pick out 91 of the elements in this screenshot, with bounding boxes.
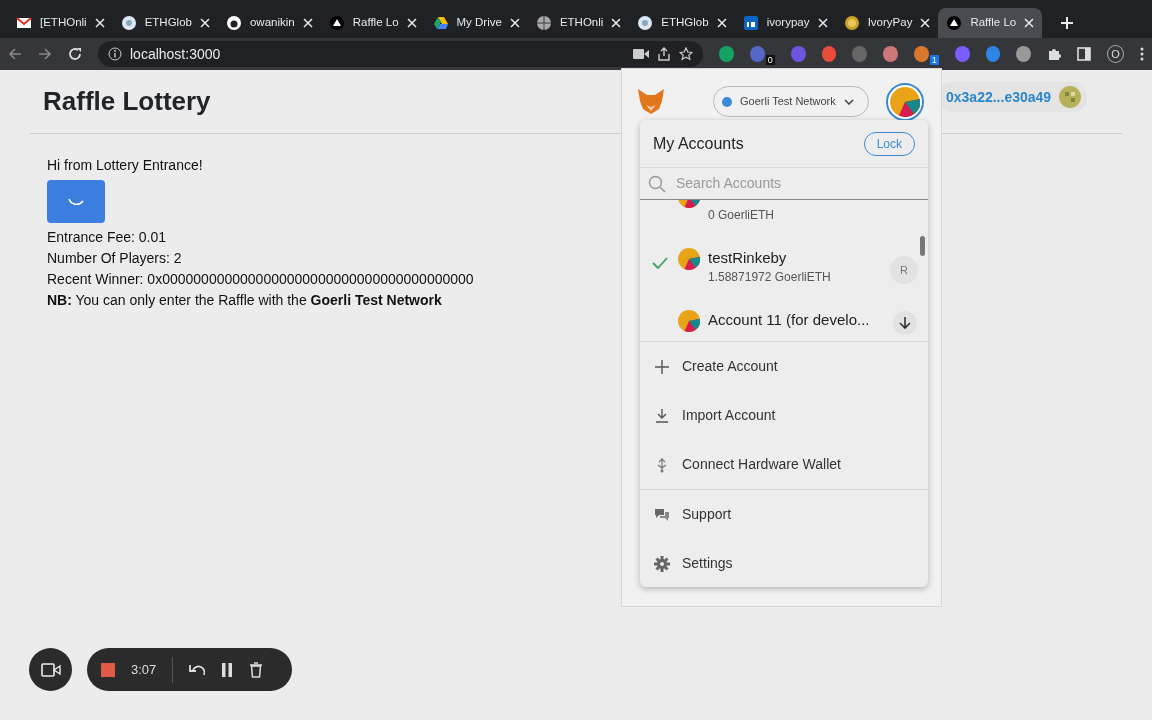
account-name: Account 11 (for develo... (708, 310, 871, 330)
new-tab-icon[interactable] (1060, 16, 1075, 30)
linkedin-icon (742, 15, 759, 31)
extension-icon[interactable] (821, 46, 837, 62)
download-icon (654, 407, 670, 424)
menu-item[interactable]: Import Account (640, 391, 928, 440)
drive-icon (432, 15, 449, 31)
avatar-icon (678, 310, 700, 332)
puzzle-icon[interactable] (1047, 47, 1062, 61)
account-item[interactable]: Account 11 (for develo... (640, 304, 928, 341)
menu-item[interactable]: Connect Hardware Wallet (640, 440, 928, 489)
info-text: Number Of Players: 2 (47, 249, 182, 268)
share-icon[interactable] (657, 47, 672, 61)
forward-icon[interactable] (38, 47, 52, 61)
stop-icon[interactable] (101, 662, 115, 677)
close-icon (94, 18, 105, 28)
camera-button[interactable] (29, 648, 72, 691)
extension-icon[interactable] (883, 46, 898, 62)
browser-tab[interactable]: ETHGlob (112, 8, 218, 38)
download-icon[interactable] (892, 310, 918, 336)
extension-icon[interactable] (790, 46, 806, 62)
extension-icon[interactable] (954, 46, 970, 62)
account-name: testRinkeby (708, 248, 788, 268)
extension-icon[interactable] (749, 46, 765, 62)
search-icon (648, 174, 666, 193)
info-icon (108, 47, 122, 61)
account-balance: 1.58871972 GoerliETH (708, 269, 832, 286)
browser-tab[interactable]: My Drive (424, 8, 528, 38)
extension-icon[interactable] (719, 46, 734, 62)
sidebar-icon[interactable] (1077, 47, 1092, 61)
chevron-down-icon (843, 98, 854, 105)
browser-tab[interactable]: owanikin (217, 8, 321, 38)
browser-tab[interactable]: IvoryPay (835, 8, 939, 38)
extension-badge: 1 (929, 55, 939, 65)
address-bar[interactable]: localhost:3000 (98, 41, 704, 67)
mail-icon (16, 15, 32, 31)
account-item[interactable]: testRinkeby 1.58871972 GoerliETH R (640, 242, 928, 304)
star-icon[interactable] (679, 47, 694, 61)
extension-icon[interactable] (1016, 46, 1032, 62)
close-icon (199, 18, 210, 28)
close-icon (302, 18, 313, 28)
info-text: Entrance Fee: 0.01 (47, 228, 167, 247)
gear-icon (654, 555, 670, 572)
reload-icon[interactable] (68, 47, 82, 61)
menu-item[interactable]: Settings (640, 539, 928, 587)
info-text: Recent Winner: 0x0000000000000000000000000000000000000000 (47, 270, 474, 289)
trash-icon[interactable] (249, 661, 264, 678)
spinner-icon (68, 197, 84, 206)
back-icon[interactable] (8, 47, 22, 61)
pause-icon[interactable] (221, 662, 234, 677)
scrollbar-thumb[interactable] (920, 236, 925, 256)
search-field[interactable]: Search Accounts (674, 172, 914, 195)
browser-tab[interactable]: Raffle Lo (938, 8, 1043, 38)
chat-icon (654, 506, 670, 523)
check-icon (652, 256, 668, 269)
page-title: Raffle Lottery (43, 85, 211, 118)
account-balance: 0 GoerliETH (708, 207, 776, 224)
extension-badge: 0 (765, 55, 775, 65)
menu-item[interactable]: Create Account (640, 342, 928, 391)
greeting-text: Hi from Lottery Entrance! (47, 156, 203, 175)
close-icon (509, 18, 520, 28)
account-item[interactable]: 0 GoerliETH (640, 200, 928, 242)
browser-tab[interactable]: Raffle Lo (320, 8, 425, 38)
avatar-icon (678, 248, 700, 270)
note-text: NB: You can only enter the Raffle with the Goerli Test Network (47, 291, 442, 310)
close-icon (716, 18, 727, 28)
extension-icon[interactable] (985, 46, 1001, 62)
coin-icon (843, 15, 860, 31)
extension-icon[interactable] (913, 46, 929, 62)
fox-icon (636, 87, 666, 115)
browser-tab[interactable]: [ETHOnli (8, 8, 113, 38)
close-icon (611, 18, 622, 28)
close-icon (1024, 18, 1035, 28)
plus-icon (654, 358, 670, 375)
account-avatar[interactable] (886, 83, 924, 121)
close-icon (920, 18, 931, 28)
identicon-icon (1059, 86, 1082, 108)
account-tag: R (890, 256, 918, 284)
menu-item[interactable]: Support (640, 490, 928, 539)
video-camera-icon (40, 662, 61, 677)
menu-title: My Accounts (653, 133, 744, 154)
close-icon (406, 18, 417, 28)
close-icon (817, 18, 828, 28)
browser-tab[interactable]: ivorypay (734, 8, 836, 38)
status-dot-icon (722, 96, 732, 107)
browser-tab[interactable]: ETHGlob (629, 8, 735, 38)
undo-icon[interactable] (189, 663, 206, 676)
menu-icon[interactable] (1140, 47, 1144, 61)
browser-tab[interactable]: ETHOnli (527, 8, 630, 38)
camera-icon[interactable] (633, 48, 650, 60)
recording-time: 3:07 (131, 660, 157, 679)
